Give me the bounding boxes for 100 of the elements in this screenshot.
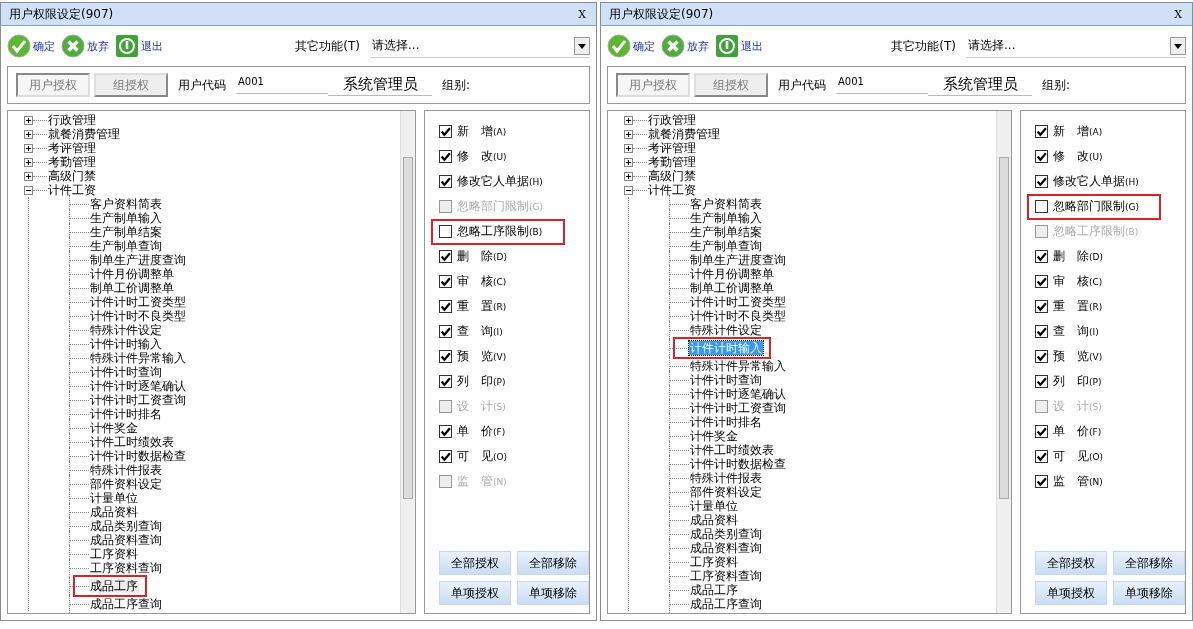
tree-item[interactable]: 成品资料查询 [689, 541, 763, 555]
toolbar-button[interactable]: 退出 [115, 34, 167, 58]
tree-item[interactable]: 成品资料查询 [89, 533, 163, 547]
checkbox[interactable] [1035, 175, 1048, 188]
expand-icon[interactable] [24, 115, 33, 125]
tree-item[interactable]: 特殊计件异常输入 [689, 359, 787, 373]
tree-item[interactable]: 部件资料设定 [689, 485, 763, 499]
expand-icon[interactable] [24, 157, 33, 167]
tree-item[interactable]: 计件计时工资查询 [89, 393, 187, 407]
tree-item[interactable]: 计件计时查询 [89, 365, 163, 379]
tree-item[interactable]: 考勤管理 [47, 155, 97, 169]
tree-item[interactable]: 成品工序查询 [689, 597, 763, 611]
tree-item[interactable]: 制单工价调整单 [89, 281, 175, 295]
tree-item[interactable]: 计件工资 [647, 183, 697, 197]
tree-item[interactable]: 计件工时绩效表 [89, 435, 175, 449]
tree-item[interactable]: 计件计时工资类型 [689, 295, 787, 309]
checkbox[interactable] [1035, 475, 1048, 488]
tree-item[interactable]: 特殊计件异常输入 [89, 351, 187, 365]
tree-item[interactable]: 制单生产进度查询 [89, 253, 187, 267]
tab[interactable]: 组授权 [694, 73, 768, 97]
tree-item[interactable]: 行政管理 [47, 113, 97, 127]
tree-item[interactable]: 生产制单查询 [689, 239, 763, 253]
checkbox[interactable] [1035, 200, 1048, 213]
tree-item[interactable]: 计量单位 [89, 491, 139, 505]
tree-item[interactable]: 成品类别查询 [89, 519, 163, 533]
tree-item[interactable]: 计件计时不良类型 [689, 309, 787, 323]
tree-item[interactable]: 制单生产进度查询 [689, 253, 787, 267]
close-button[interactable]: X [576, 7, 588, 21]
action-button[interactable]: 单项移除 [1113, 581, 1185, 605]
tree-item[interactable]: 生产制单结案 [689, 225, 763, 239]
tree-item[interactable]: 生产制单输入 [689, 211, 763, 225]
tree-item[interactable]: 计件奖金 [689, 429, 739, 443]
tree-item[interactable]: 生产制单结案 [89, 225, 163, 239]
action-button[interactable]: 单项移除 [517, 581, 589, 605]
tree-item[interactable]: 高级门禁 [647, 169, 697, 183]
toolbar-button[interactable]: 确定 [607, 34, 659, 58]
checkbox[interactable] [1035, 350, 1048, 363]
tree-item[interactable]: 高级门禁 [47, 169, 97, 183]
scrollbar[interactable] [996, 111, 1011, 613]
expand-icon[interactable] [24, 171, 33, 181]
tree-item[interactable]: 就餐消费管理 [47, 127, 121, 141]
checkbox[interactable] [439, 175, 452, 188]
checkbox[interactable] [439, 225, 452, 238]
tree-item[interactable]: 成品资料 [689, 513, 739, 527]
tree-item[interactable]: 客户资料简表 [689, 197, 763, 211]
user-name-field[interactable]: 系统管理员 [328, 74, 432, 96]
tree-item[interactable]: 计件计时数据检查 [689, 457, 787, 471]
tree-item[interactable]: 计件计时工资类型 [89, 295, 187, 309]
tree-item[interactable]: 工序资料 [89, 547, 139, 561]
toolbar-button[interactable]: 退出 [715, 34, 767, 58]
checkbox[interactable] [439, 250, 452, 263]
tree-item[interactable]: 计件计时排名 [89, 407, 163, 421]
user-code-field[interactable]: A001 [836, 76, 928, 94]
collapse-icon[interactable] [24, 185, 33, 195]
tree-item[interactable]: 部件资料设定 [89, 477, 163, 491]
scrollbar[interactable] [400, 111, 415, 613]
action-button[interactable]: 单项授权 [439, 581, 511, 605]
tree-item[interactable]: 制单工价调整单 [689, 281, 775, 295]
expand-icon[interactable] [624, 171, 633, 181]
tree-item[interactable]: 成品工序 [689, 583, 739, 597]
tree-item[interactable]: 成品工序 [89, 579, 139, 593]
tree-item[interactable]: 计件计时逐笔确认 [689, 387, 787, 401]
user-name-field[interactable]: 系统管理员 [928, 74, 1032, 96]
checkbox[interactable] [439, 350, 452, 363]
checkbox[interactable] [1035, 250, 1048, 263]
tree-item[interactable]: 考评管理 [647, 141, 697, 155]
action-button[interactable]: 全部授权 [439, 551, 511, 575]
tree-item[interactable]: 计件计时查询 [689, 373, 763, 387]
expand-icon[interactable] [624, 157, 633, 167]
checkbox[interactable] [439, 450, 452, 463]
tree-item[interactable]: 工序资料 [689, 555, 739, 569]
checkbox[interactable] [439, 425, 452, 438]
checkbox[interactable] [439, 125, 452, 138]
tree-item[interactable]: 成品资料 [89, 505, 139, 519]
tree-item[interactable]: 生产制单查询 [89, 239, 163, 253]
checkbox[interactable] [1035, 300, 1048, 313]
toolbar-button[interactable]: 放弃 [661, 34, 713, 58]
tree-item[interactable]: 计件工资 [47, 183, 97, 197]
tree-item[interactable]: 计件月份调整单 [89, 267, 175, 281]
checkbox[interactable] [1035, 125, 1048, 138]
tree-item[interactable]: 计件奖金 [89, 421, 139, 435]
expand-icon[interactable] [24, 143, 33, 153]
tree-item[interactable]: 特殊计件报表 [689, 471, 763, 485]
tree-item[interactable]: 特殊计件设定 [689, 323, 763, 337]
collapse-icon[interactable] [624, 185, 633, 195]
tree-item[interactable]: 计件月份调整单 [689, 267, 775, 281]
checkbox[interactable] [439, 375, 452, 388]
tree-item[interactable]: 工序资料查询 [89, 561, 163, 575]
tree-item[interactable]: 成品类别查询 [689, 527, 763, 541]
expand-icon[interactable] [624, 115, 633, 125]
tree-item[interactable]: 特殊计件设定 [89, 323, 163, 337]
tab[interactable]: 用户授权 [616, 73, 690, 97]
close-button[interactable]: X [1172, 7, 1184, 21]
tree-item[interactable]: 工序资料查询 [689, 569, 763, 583]
tree-item[interactable]: 成品工序查询 [89, 597, 163, 611]
expand-icon[interactable] [24, 129, 33, 139]
tree-item[interactable]: 特殊计件报表 [89, 463, 163, 477]
expand-icon[interactable] [624, 143, 633, 153]
tree-item[interactable]: 就餐消费管理 [647, 127, 721, 141]
tree-item[interactable]: 计件计时输入 [89, 337, 163, 351]
